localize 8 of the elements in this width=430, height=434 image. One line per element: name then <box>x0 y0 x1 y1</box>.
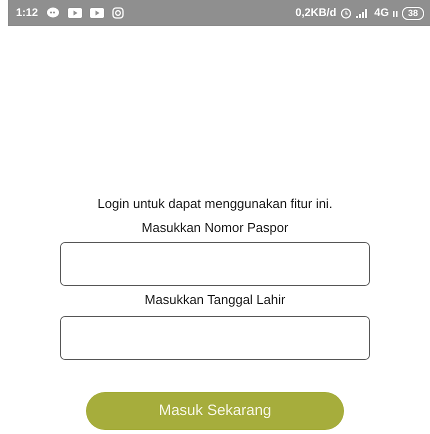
clock-time: 1:12 <box>16 6 38 21</box>
network-type: 4G <box>374 6 389 21</box>
field-label: Masukkan Nomor Paspor <box>142 220 288 236</box>
battery-indicator: 38 <box>402 6 424 20</box>
login-prompt: Login untuk dapat menggunakan fitur ini. <box>98 196 332 212</box>
submit-button[interactable]: Masuk Sekarang <box>86 392 344 430</box>
field-label: Masukkan Tanggal Lahir <box>144 292 286 308</box>
data-rate: 0,2KB/d <box>295 6 336 21</box>
